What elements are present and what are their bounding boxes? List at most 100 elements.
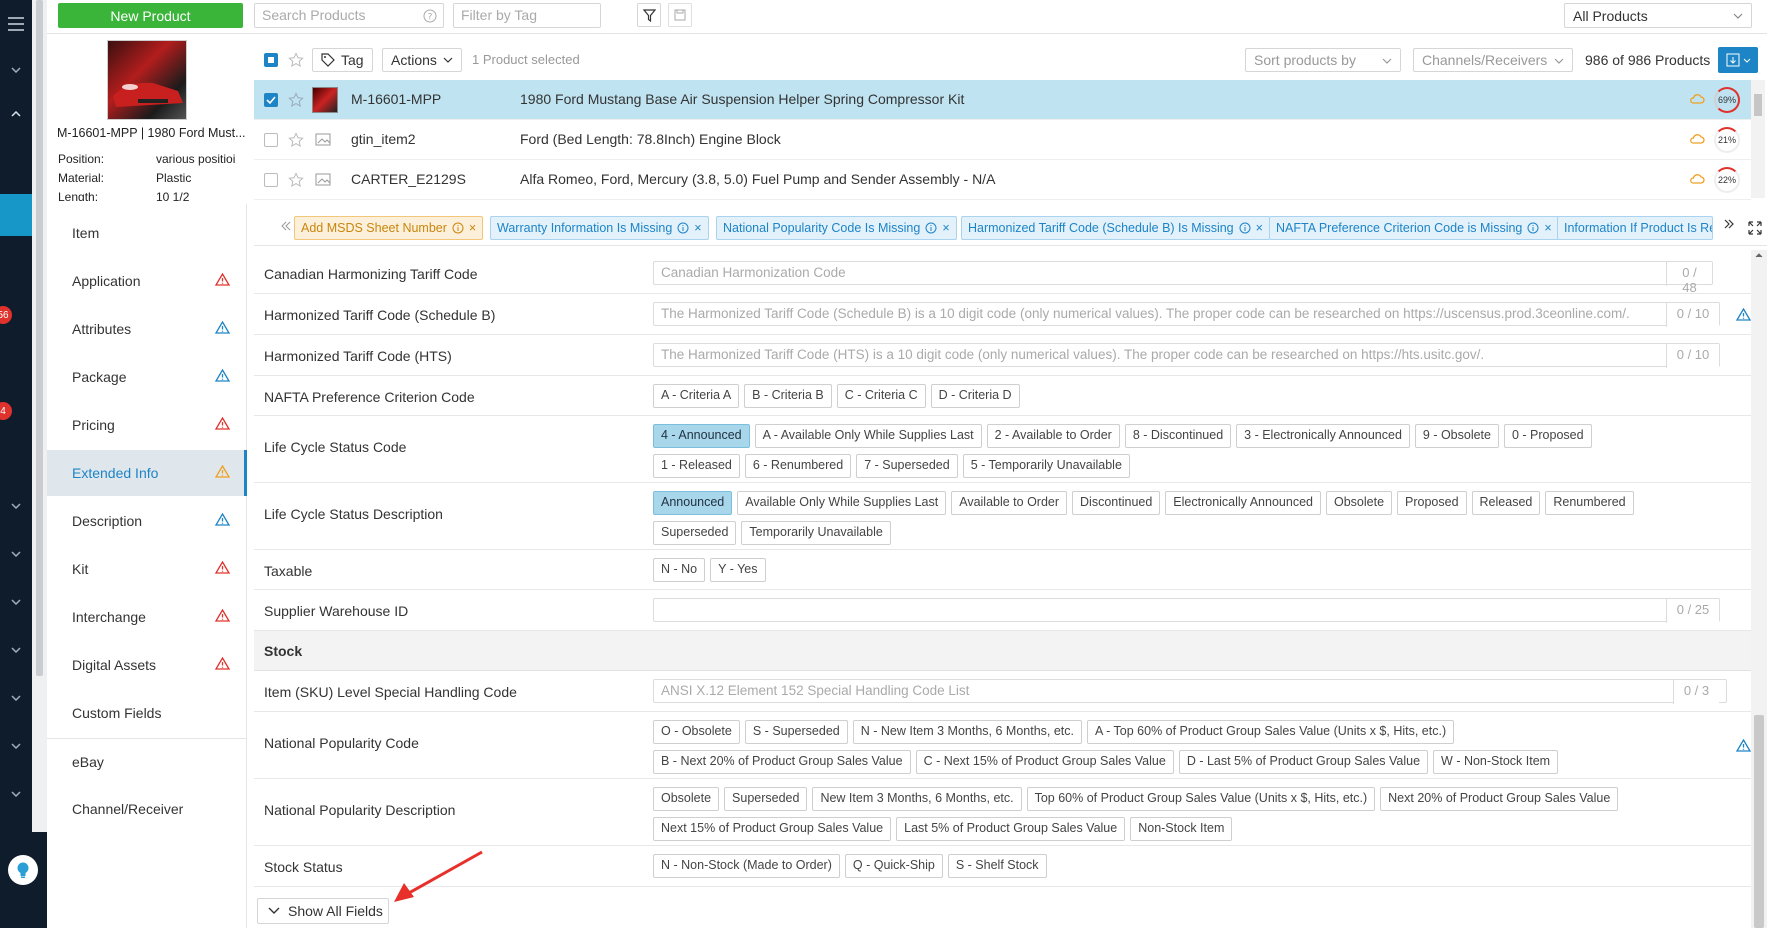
product-list-scrollbar[interactable] [1751,80,1765,198]
rail-chevron-down-icon[interactable] [0,530,32,578]
npd-option[interactable]: Next 15% of Product Group Sales Value [653,817,892,841]
form-scroll-thumb[interactable] [1754,715,1764,928]
taxable-option[interactable]: N - No [653,558,706,582]
rail-chevron-down-icon[interactable] [0,578,32,626]
close-icon[interactable]: × [694,221,701,235]
double-chevron-left-icon[interactable] [280,220,292,232]
lcs-code-option[interactable]: 3 - Electronically Announced [1236,424,1410,448]
npd-option[interactable]: Superseded [724,787,808,811]
special-handling-input[interactable]: ANSI X.12 Element 152 Special Handling C… [653,679,1727,703]
lcs-code-option[interactable]: 0 - Proposed [1503,424,1592,448]
nav-item-item[interactable]: Item [47,210,247,256]
hts-input[interactable]: The Harmonized Tariff Code (HTS) is a 10… [653,343,1720,367]
npc-option[interactable]: O - Obsolete [653,720,740,744]
lcs-code-option[interactable]: 9 - Obsolete [1414,424,1499,448]
lcs-desc-option[interactable]: Available to Order [951,491,1068,515]
schedule-b-input[interactable]: The Harmonized Tariff Code (Schedule B) … [653,302,1720,326]
lcs-code-option[interactable]: 8 - Discontinued [1124,424,1232,448]
lcs-code-option[interactable]: 7 - Superseded [856,454,958,478]
product-row[interactable]: M-16601-MPP 1980 Ford Mustang Base Air S… [254,80,1751,120]
npd-option[interactable]: Last 5% of Product Group Sales Value [896,817,1126,841]
nav-item-channel-receiver[interactable]: Channel/Receiver [47,786,247,832]
lcs-desc-option[interactable]: Renumbered [1545,491,1634,515]
lcs-code-option-selected[interactable]: 4 - Announced [653,424,750,448]
npc-option[interactable]: S - Superseded [744,720,848,744]
double-chevron-right-icon[interactable] [1723,218,1735,230]
filter-by-tag-input[interactable]: Filter by Tag [453,3,601,28]
save-filter-button[interactable] [668,3,692,27]
close-icon[interactable]: × [1256,221,1263,235]
star-icon[interactable] [288,132,304,148]
product-scope-select[interactable]: All Products [1564,3,1752,28]
nav-item-interchange[interactable]: Interchange [47,594,247,640]
rail-chevron-down-icon[interactable] [0,722,32,770]
sort-select[interactable]: Sort products by [1245,48,1401,72]
npd-option[interactable]: Non-Stock Item [1130,817,1233,841]
close-icon[interactable]: × [469,221,476,235]
npc-option[interactable]: W - Non-Stock Item [1433,750,1559,774]
nafta-option[interactable]: D - Criteria D [930,384,1020,408]
nafta-option[interactable]: C - Criteria C [836,384,926,408]
lcs-code-option[interactable]: 2 - Available to Order [986,424,1120,448]
stock-status-option[interactable]: S - Shelf Stock [947,854,1047,878]
nav-item-application[interactable]: Application [47,258,247,304]
star-icon[interactable] [288,92,304,108]
rail-chevron-down-icon[interactable] [0,482,32,530]
lcs-code-option[interactable]: 6 - Renumbered [744,454,852,478]
new-product-button[interactable]: New Product [58,3,243,28]
stock-status-option[interactable]: N - Non-Stock (Made to Order) [653,854,840,878]
npd-option[interactable]: Next 20% of Product Group Sales Value [1380,787,1619,811]
close-icon[interactable]: × [942,221,949,235]
taxable-option[interactable]: Y - Yes [710,558,766,582]
star-icon[interactable] [288,172,304,188]
issue-chip[interactable]: National Popularity Code Is Missing × [716,216,957,240]
nafta-option[interactable]: A - Criteria A [653,384,740,408]
actions-button[interactable]: Actions [382,48,462,72]
row-checkbox[interactable] [264,93,278,107]
tag-button[interactable]: Tag [312,48,373,72]
lcs-desc-option[interactable]: Available Only While Supplies Last [737,491,947,515]
product-row[interactable]: gtin_item2 Ford (Bed Length: 78.8Inch) E… [254,120,1751,160]
form-scrollbar[interactable] [1751,250,1767,928]
menu-icon[interactable] [0,0,32,48]
npc-option[interactable]: D - Last 5% of Product Group Sales Value [1178,750,1429,774]
filter-button[interactable] [637,3,661,27]
lcs-desc-option[interactable]: Obsolete [1325,491,1393,515]
show-all-fields-button[interactable]: Show All Fields [257,898,389,924]
lcs-desc-option[interactable]: Discontinued [1072,491,1161,515]
npd-option[interactable]: Top 60% of Product Group Sales Value (Un… [1026,787,1376,811]
npc-option[interactable]: B - Next 20% of Product Group Sales Valu… [653,750,911,774]
issue-chip[interactable]: NAFTA Preference Criterion Code is Missi… [1269,216,1559,240]
nav-item-pricing[interactable]: Pricing [47,402,247,448]
close-icon[interactable]: × [1544,221,1551,235]
rail-scroll-thumb[interactable] [36,0,43,676]
lcs-desc-option[interactable]: Superseded [653,521,737,545]
star-icon[interactable] [288,52,304,68]
npc-option[interactable]: C - Next 15% of Product Group Sales Valu… [915,750,1174,774]
nav-item-kit[interactable]: Kit [47,546,247,592]
rail-chevron-down-icon[interactable] [0,46,32,94]
supplier-warehouse-input[interactable] [653,598,1720,622]
help-bulb-button[interactable] [8,855,38,885]
nav-item-description[interactable]: Description [47,498,247,544]
rail-chevron-up-icon[interactable] [0,90,32,138]
lcs-desc-option-selected[interactable]: Announced [653,491,733,515]
nav-item-custom-fields[interactable]: Custom Fields [47,690,247,736]
issue-chip[interactable]: Warranty Information Is Missing × [490,216,709,240]
npc-option[interactable]: A - Top 60% of Product Group Sales Value… [1087,720,1455,744]
stock-status-option[interactable]: Q - Quick-Ship [844,854,943,878]
lcs-desc-option[interactable]: Proposed [1397,491,1467,515]
nav-item-package[interactable]: Package [47,354,247,400]
channels-select[interactable]: Channels/Receivers [1413,48,1573,72]
nav-item-ebay[interactable]: eBay [47,739,247,785]
rail-chevron-down-icon[interactable] [0,626,32,674]
lcs-code-option[interactable]: 5 - Temporarily Unavailable [962,454,1130,478]
select-all-checkbox[interactable] [264,53,278,67]
lcs-desc-option[interactable]: Temporarily Unavailable [741,521,891,545]
product-row[interactable]: CARTER_E2129S Alfa Romeo, Ford, Mercury … [254,160,1751,200]
search-products-input[interactable]: Search Products ? [254,3,444,28]
rail-chevron-down-icon[interactable] [0,770,32,818]
row-checkbox[interactable] [264,133,278,147]
nafta-option[interactable]: B - Criteria B [744,384,832,408]
scroll-up-icon[interactable] [1755,253,1763,258]
